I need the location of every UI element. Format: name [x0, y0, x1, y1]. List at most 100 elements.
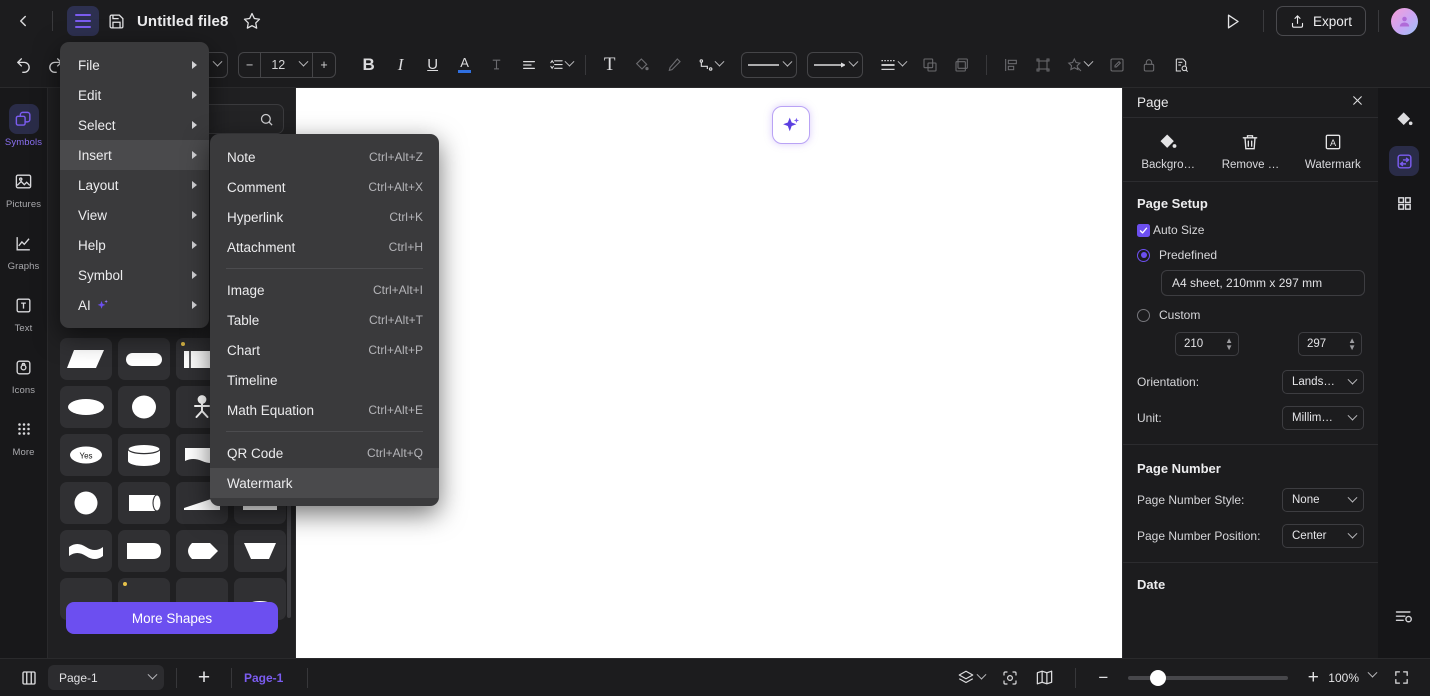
zoom-slider[interactable] — [1128, 669, 1289, 686]
menu-item-insert[interactable]: Insert — [60, 140, 209, 170]
custom-radio[interactable] — [1137, 308, 1150, 322]
page-select[interactable]: Page-1 — [48, 665, 164, 690]
shape-parallelogram[interactable] — [60, 338, 112, 380]
unit-select[interactable]: Millim… — [1282, 406, 1364, 430]
sidebar-item-text[interactable]: Text — [2, 284, 46, 338]
shape-decision-yes[interactable]: Yes — [60, 434, 112, 476]
shape-ellipse[interactable] — [60, 386, 112, 428]
line-spacing-button[interactable] — [546, 50, 576, 80]
add-page-button[interactable]: + — [189, 663, 219, 693]
predefined-size-input[interactable]: A4 sheet, 210mm x 297 mm — [1161, 270, 1365, 296]
submenu-item-math-equation[interactable]: Math Equation Ctrl+Alt+E — [210, 395, 439, 425]
custom-row[interactable]: Custom — [1137, 308, 1364, 322]
submenu-item-comment[interactable]: Comment Ctrl+Alt+X — [210, 172, 439, 202]
ai-assistant-button[interactable] — [772, 106, 810, 144]
font-size-dropdown[interactable] — [295, 53, 312, 77]
avatar[interactable] — [1391, 7, 1418, 35]
favorite-button[interactable] — [238, 0, 266, 42]
close-panel-button[interactable] — [1351, 94, 1364, 112]
font-color-button[interactable]: A — [450, 50, 480, 80]
submenu-item-attachment[interactable]: Attachment Ctrl+H — [210, 232, 439, 262]
layout-settings-button[interactable] — [1394, 607, 1414, 632]
page-properties-button[interactable] — [1389, 146, 1419, 176]
shape-cylinder[interactable] — [118, 434, 170, 476]
auto-size-checkbox[interactable] — [1137, 223, 1150, 237]
send-backward-button[interactable] — [947, 50, 977, 80]
menu-item-symbol[interactable]: Symbol — [60, 260, 209, 290]
layers-button[interactable] — [951, 663, 991, 693]
find-replace-button[interactable] — [1166, 50, 1196, 80]
menu-item-ai[interactable]: AI — [60, 290, 209, 320]
bring-forward-button[interactable] — [915, 50, 945, 80]
export-button[interactable]: Export — [1275, 6, 1366, 36]
page-number-style-select[interactable]: None — [1282, 488, 1364, 512]
submenu-item-qr-code[interactable]: QR Code Ctrl+Alt+Q — [210, 438, 439, 468]
font-size-value[interactable]: 12 — [261, 53, 295, 77]
present-button[interactable] — [1215, 3, 1251, 39]
remove-background-action[interactable]: Remove … — [1211, 132, 1289, 171]
shape-hexagon-round[interactable] — [176, 530, 228, 572]
zoom-level-value[interactable]: 100% — [1328, 671, 1359, 685]
shape-rounded-rect[interactable] — [118, 338, 170, 380]
more-shapes-button[interactable]: More Shapes — [66, 602, 278, 634]
panel-toggle-button[interactable] — [14, 663, 44, 693]
watermark-action[interactable]: A Watermark — [1294, 132, 1372, 171]
sidebar-item-graphs[interactable]: Graphs — [2, 222, 46, 276]
submenu-item-timeline[interactable]: Timeline — [210, 365, 439, 395]
map-overview-button[interactable] — [1029, 663, 1059, 693]
zoom-slider-handle[interactable] — [1150, 669, 1167, 686]
background-action[interactable]: Backgro… — [1129, 132, 1207, 171]
menu-item-edit[interactable]: Edit — [60, 80, 209, 110]
line-weight-button[interactable] — [873, 50, 913, 80]
fill-color-button[interactable] — [627, 50, 657, 80]
menu-item-select[interactable]: Select — [60, 110, 209, 140]
fullscreen-button[interactable] — [1386, 663, 1416, 693]
sidebar-item-icons[interactable]: Icons — [2, 346, 46, 400]
auto-size-row[interactable]: Auto Size — [1137, 223, 1364, 237]
bold-button[interactable]: B — [354, 50, 384, 80]
effects-button[interactable] — [1060, 50, 1100, 80]
font-size-stepper[interactable]: − 12 + — [238, 51, 336, 78]
shape-circle-solid[interactable] — [60, 482, 112, 524]
line-style-select[interactable] — [740, 51, 797, 78]
page-width-input[interactable]: 210 ▲ ▼ — [1175, 332, 1239, 356]
lock-button[interactable] — [1134, 50, 1164, 80]
submenu-item-chart[interactable]: Chart Ctrl+Alt+P — [210, 335, 439, 365]
submenu-item-watermark[interactable]: Watermark — [210, 468, 439, 498]
zoom-out-button[interactable]: − — [1092, 663, 1114, 693]
font-size-decrease[interactable]: − — [239, 53, 260, 77]
document-title[interactable]: Untitled file8 — [137, 13, 228, 30]
text-box-button[interactable]: T — [595, 50, 625, 80]
menu-item-view[interactable]: View — [60, 200, 209, 230]
page-number-position-select[interactable]: Center — [1282, 524, 1364, 548]
menu-item-help[interactable]: Help — [60, 230, 209, 260]
sidebar-item-symbols[interactable]: Symbols — [2, 98, 46, 152]
submenu-item-note[interactable]: Note Ctrl+Alt+Z — [210, 142, 439, 172]
font-size-increase[interactable]: + — [313, 53, 334, 77]
spinner-icon[interactable]: ▲ ▼ — [1348, 336, 1356, 351]
arrow-style-select[interactable] — [806, 51, 863, 78]
page-tab-page-1[interactable]: Page-1 — [244, 671, 283, 685]
save-button[interactable] — [99, 0, 133, 42]
grid-apps-button[interactable] — [1389, 188, 1419, 218]
shape-circle[interactable] — [118, 386, 170, 428]
submenu-item-table[interactable]: Table Ctrl+Alt+T — [210, 305, 439, 335]
align-button[interactable] — [514, 50, 544, 80]
menu-item-file[interactable]: File — [60, 50, 209, 80]
connector-button[interactable] — [691, 50, 731, 80]
spinner-icon[interactable]: ▲ ▼ — [1225, 336, 1233, 351]
group-button[interactable] — [1028, 50, 1058, 80]
predefined-radio[interactable] — [1137, 248, 1150, 262]
undo-button[interactable] — [8, 50, 38, 80]
edit-shape-button[interactable] — [1102, 50, 1132, 80]
align-objects-button[interactable] — [996, 50, 1026, 80]
predefined-row[interactable]: Predefined — [1137, 248, 1364, 262]
strikethrough-button[interactable] — [482, 50, 512, 80]
italic-button[interactable]: I — [386, 50, 416, 80]
chevron-down-icon[interactable] — [1367, 667, 1378, 678]
underline-button[interactable]: U — [418, 50, 448, 80]
page-height-input[interactable]: 297 ▲ ▼ — [1298, 332, 1362, 356]
orientation-select[interactable]: Lands… — [1282, 370, 1364, 394]
submenu-item-image[interactable]: Image Ctrl+Alt+I — [210, 275, 439, 305]
menu-item-layout[interactable]: Layout — [60, 170, 209, 200]
